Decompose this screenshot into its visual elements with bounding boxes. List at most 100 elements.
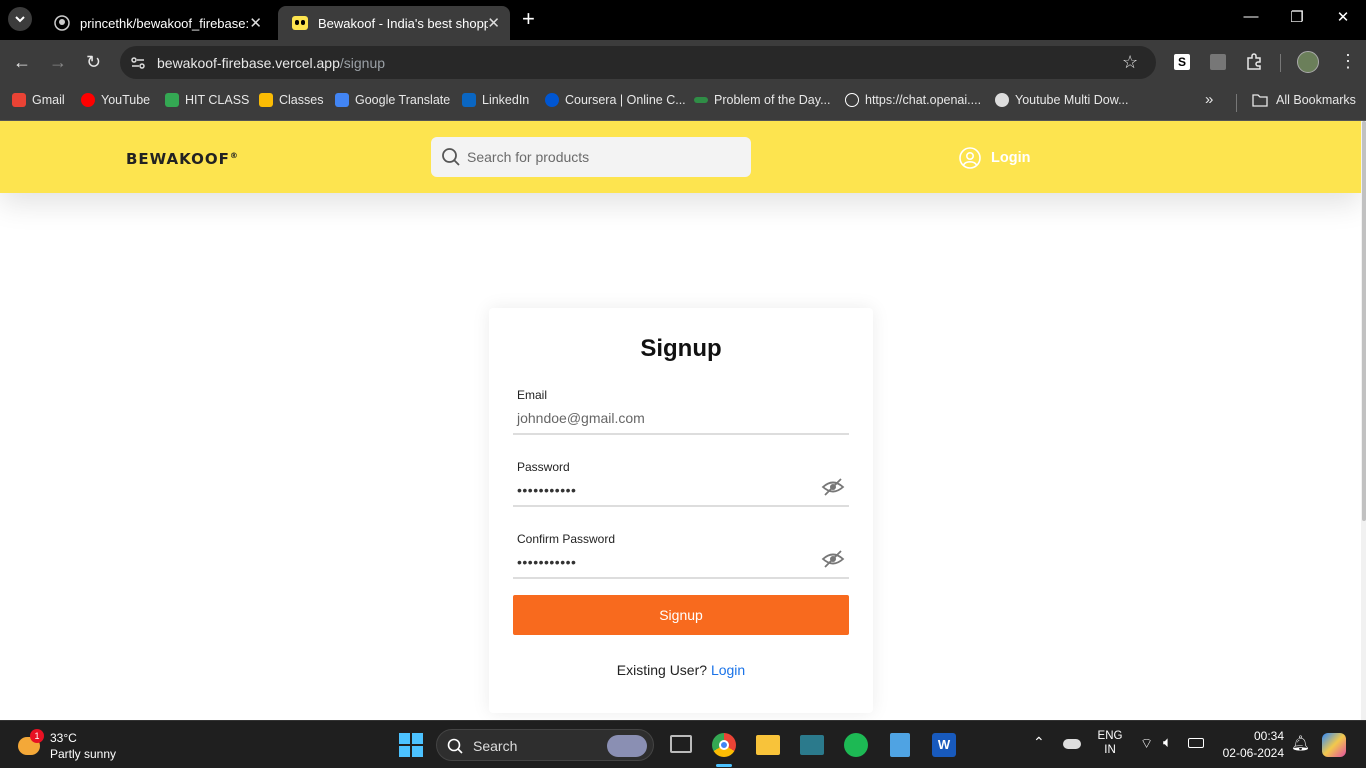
bookmarks-bar: Gmail YouTube HIT CLASS Classes Google T… xyxy=(0,84,1366,121)
scrollbar-thumb[interactable] xyxy=(1362,121,1366,521)
chrome-taskbar-icon[interactable] xyxy=(712,733,736,757)
start-windows-icon[interactable] xyxy=(399,733,423,757)
password-field[interactable]: ••••••••••• xyxy=(517,482,576,498)
copilot-icon[interactable] xyxy=(1322,733,1346,757)
close-tab-icon[interactable]: ✕ xyxy=(487,14,500,32)
github-icon xyxy=(54,15,70,31)
weather-badge: 1 xyxy=(30,729,44,743)
linkedin-icon xyxy=(462,93,476,107)
chevron-down-icon xyxy=(15,16,25,23)
bookmark-coursera[interactable]: Coursera | Online C... xyxy=(545,93,686,107)
bookmark-label: YouTube xyxy=(101,93,151,107)
puzzle-icon[interactable] xyxy=(1245,53,1263,71)
site-info-icon[interactable] xyxy=(130,55,146,71)
language-indicator[interactable]: ENG IN xyxy=(1096,730,1124,756)
all-bookmarks-folder[interactable]: All Bookmarks xyxy=(1252,93,1356,107)
bookmark-problem-of-the-day[interactable]: Problem of the Day... xyxy=(694,93,831,107)
youtube-icon xyxy=(81,93,95,107)
password-label: Password xyxy=(517,460,570,474)
bookmark-label: https://chat.openai.... xyxy=(865,93,982,107)
existing-user-text: Existing User? xyxy=(616,662,708,678)
clock[interactable]: 00:34 02-06-2024 xyxy=(1218,729,1284,760)
extension-icon[interactable] xyxy=(1210,54,1226,70)
address-bar[interactable]: bewakoof-firebase.vercel.app/signup ☆ xyxy=(120,46,1156,79)
profile-avatar[interactable] xyxy=(1297,51,1319,73)
menu-kebab-icon[interactable]: ⋮ xyxy=(1339,51,1357,72)
bewakoof-favicon-icon xyxy=(292,16,308,30)
confirm-password-label: Confirm Password xyxy=(517,532,616,546)
weather-widget[interactable]: 1 33°C Partly sunny xyxy=(16,729,126,763)
task-view-icon[interactable] xyxy=(670,735,692,753)
search-highlight-icon xyxy=(607,735,647,757)
show-hidden-icons-chevron[interactable]: ⌃ xyxy=(1033,734,1045,751)
new-tab-button[interactable]: + xyxy=(522,8,535,30)
eye-off-icon[interactable] xyxy=(821,549,845,569)
clock-date: 02-06-2024 xyxy=(1222,746,1284,760)
wifi-icon[interactable]: ⌔ xyxy=(1140,735,1153,753)
bookmark-youtube[interactable]: YouTube xyxy=(81,93,150,107)
word-icon[interactable]: W xyxy=(932,733,956,757)
logo-registered-mark: ® xyxy=(229,151,239,160)
restore-icon[interactable]: ❐ xyxy=(1274,8,1320,26)
reload-icon[interactable]: ↻ xyxy=(86,52,101,72)
all-bookmarks-label: All Bookmarks xyxy=(1276,93,1356,107)
bookmark-linkedin[interactable]: LinkedIn xyxy=(462,93,529,107)
email-field[interactable]: johndoe@gmail.com xyxy=(517,410,645,426)
confirm-password-field[interactable]: ••••••••••• xyxy=(517,554,576,570)
bookmark-google-translate[interactable]: Google Translate xyxy=(335,93,450,107)
signup-card: Signup Email johndoe@gmail.com Password … xyxy=(489,308,873,713)
tab-title: Bewakoof - India's best shoppin xyxy=(318,15,488,31)
eye-off-icon[interactable] xyxy=(821,477,845,497)
bookmark-classes[interactable]: Classes xyxy=(259,93,323,107)
extension-s-icon[interactable]: S xyxy=(1174,54,1190,70)
bewakoof-logo[interactable]: Bewakoof® xyxy=(126,150,239,168)
signup-button[interactable]: Signup xyxy=(513,595,849,635)
bookmark-youtube-multi-downloader[interactable]: Youtube Multi Dow... xyxy=(995,93,1129,107)
forward-icon[interactable]: → xyxy=(49,52,67,72)
gmail-icon xyxy=(12,93,26,107)
login-label: Login xyxy=(991,150,1031,166)
windows-taskbar: 1 33°C Partly sunny Search W ⌃ ENG IN ⌔ … xyxy=(0,720,1366,768)
spotify-icon[interactable] xyxy=(844,733,868,757)
back-icon[interactable]: ← xyxy=(13,52,31,72)
browser-tab-bewakoof[interactable]: Bewakoof - India's best shoppin ✕ xyxy=(278,6,510,40)
bookmark-label: LinkedIn xyxy=(482,93,530,107)
url-host: bewakoof-firebase.vercel.app xyxy=(157,55,340,71)
classroom-icon xyxy=(259,93,273,107)
tab-title: princethk/bewakoof_firebase: B xyxy=(80,15,250,31)
region-code: IN xyxy=(1104,744,1116,756)
file-explorer-icon[interactable] xyxy=(756,735,780,755)
header-login-link[interactable]: Login xyxy=(959,147,1030,169)
battery-icon[interactable] xyxy=(1188,738,1204,748)
weather-temp: 33°C xyxy=(50,731,77,745)
notification-bell-icon[interactable]: 🔔︎ xyxy=(1291,734,1310,752)
product-search-box[interactable]: Search for products xyxy=(431,137,751,177)
bookmark-chatgpt[interactable]: https://chat.openai.... xyxy=(845,93,981,107)
bookmark-star-icon[interactable]: ☆ xyxy=(1122,52,1138,73)
openai-icon xyxy=(845,93,859,107)
search-placeholder: Search for products xyxy=(467,149,590,165)
more-bookmarks-chevron-icon[interactable]: » xyxy=(1205,91,1213,108)
app-monitor-icon[interactable] xyxy=(800,735,824,755)
taskbar-search-box[interactable]: Search xyxy=(436,729,654,761)
close-tab-icon[interactable]: ✕ xyxy=(249,14,262,32)
notepad-icon[interactable] xyxy=(890,733,910,757)
tab-search-button[interactable] xyxy=(8,7,32,31)
bookmark-hit-class[interactable]: HIT CLASS xyxy=(165,93,249,107)
confirm-password-underline xyxy=(513,577,849,579)
onedrive-cloud-icon[interactable] xyxy=(1063,739,1081,749)
minimize-icon[interactable]: — xyxy=(1228,8,1274,25)
folder-icon xyxy=(1252,94,1268,107)
search-icon xyxy=(442,148,460,166)
login-link[interactable]: Login xyxy=(711,662,745,678)
volume-icon[interactable]: 🔈︎ xyxy=(1163,734,1172,751)
bookmark-gmail[interactable]: Gmail xyxy=(12,93,65,107)
url-path: /signup xyxy=(339,55,386,71)
translate-icon xyxy=(335,93,349,107)
email-label: Email xyxy=(517,388,548,402)
browser-tab-github[interactable]: princethk/bewakoof_firebase: B ✕ xyxy=(40,6,272,40)
toolbar-divider xyxy=(1280,54,1281,72)
password-underline xyxy=(513,505,849,507)
taskbar-search-label: Search xyxy=(473,738,518,754)
close-window-icon[interactable]: ✕ xyxy=(1320,8,1366,26)
